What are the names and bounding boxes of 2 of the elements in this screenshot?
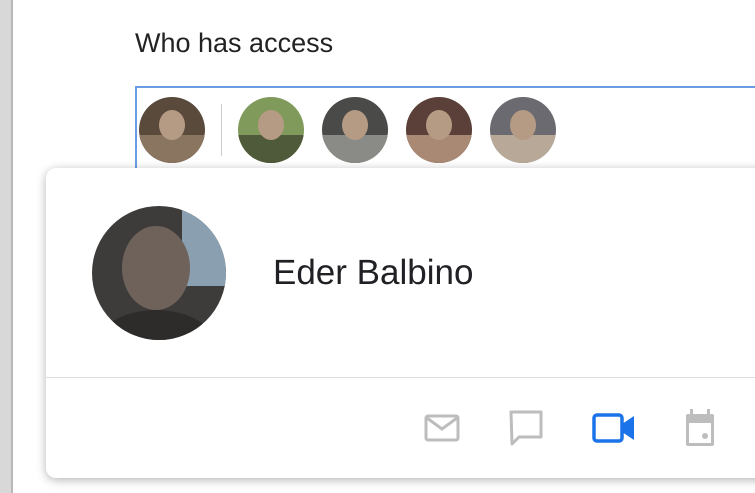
section-title: Who has access [135,27,334,60]
person-name: Eder Balbino [273,252,474,292]
